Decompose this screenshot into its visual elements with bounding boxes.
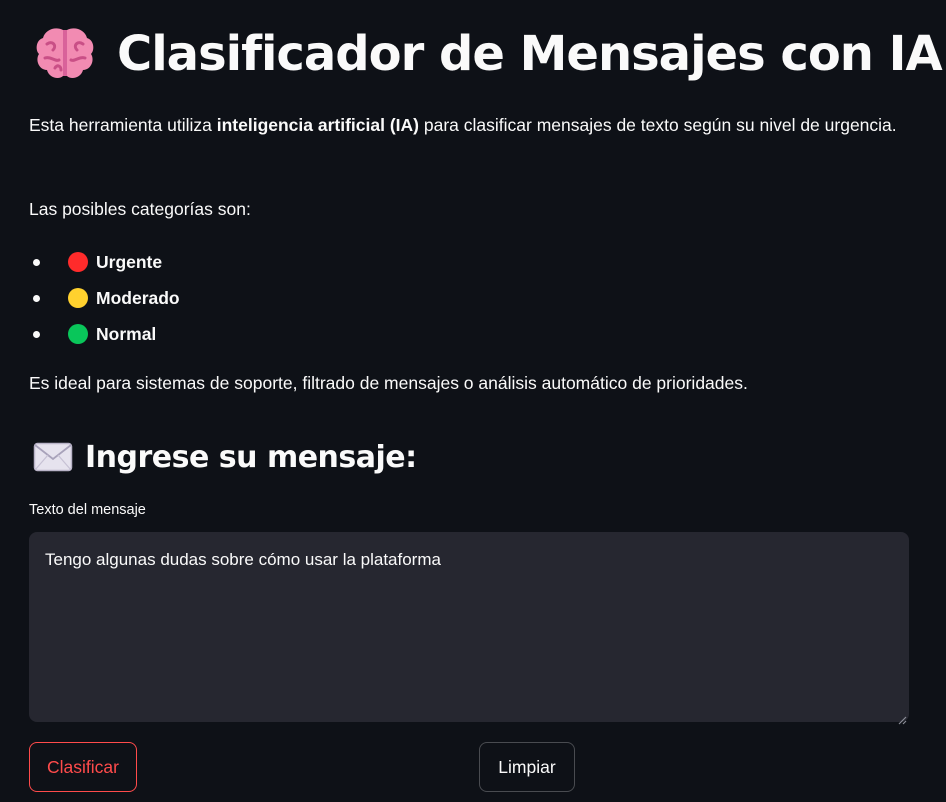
clear-button[interactable]: Limpiar (479, 742, 575, 792)
bullet-icon (33, 294, 40, 302)
categories-list: Urgente Moderado Normal (29, 244, 180, 352)
input-section-heading: Ingrese su mensaje: (33, 436, 417, 478)
list-item-moderado: Moderado (29, 280, 180, 316)
intro-text-start: Esta herramienta utiliza (29, 115, 217, 135)
bullet-icon (33, 258, 40, 266)
red-circle-icon (68, 252, 88, 272)
envelope-icon (33, 442, 73, 472)
message-textarea[interactable]: Tengo algunas dudas sobre cómo usar la p… (29, 532, 909, 725)
input-section-title: Ingrese su mensaje: (85, 439, 417, 475)
brain-icon (33, 22, 97, 86)
intro-text-end: para clasificar mensajes de texto según … (419, 115, 897, 135)
list-item-normal: Normal (29, 316, 180, 352)
resize-handle-icon[interactable] (897, 710, 907, 725)
message-text: Tengo algunas dudas sobre cómo usar la p… (45, 550, 441, 569)
bullet-icon (33, 330, 40, 338)
category-label: Urgente (96, 251, 163, 272)
category-label: Moderado (96, 287, 180, 308)
category-label: Normal (96, 323, 157, 344)
intro-text-bold: inteligencia artificial (IA) (216, 115, 420, 135)
intro-paragraph: Esta herramienta utiliza inteligencia ar… (29, 109, 909, 141)
list-item-urgente: Urgente (29, 244, 180, 280)
usage-paragraph: Es ideal para sistemas de soporte, filtr… (29, 373, 748, 393)
classify-button[interactable]: Clasificar (29, 742, 137, 792)
categories-intro: Las posibles categorías son: (29, 199, 251, 219)
message-field-label: Texto del mensaje (29, 502, 146, 518)
page-title: Clasificador de Mensajes con IA (33, 22, 943, 86)
green-circle-icon (68, 324, 88, 344)
yellow-circle-icon (68, 288, 88, 308)
title-text: Clasificador de Mensajes con IA (117, 26, 943, 82)
